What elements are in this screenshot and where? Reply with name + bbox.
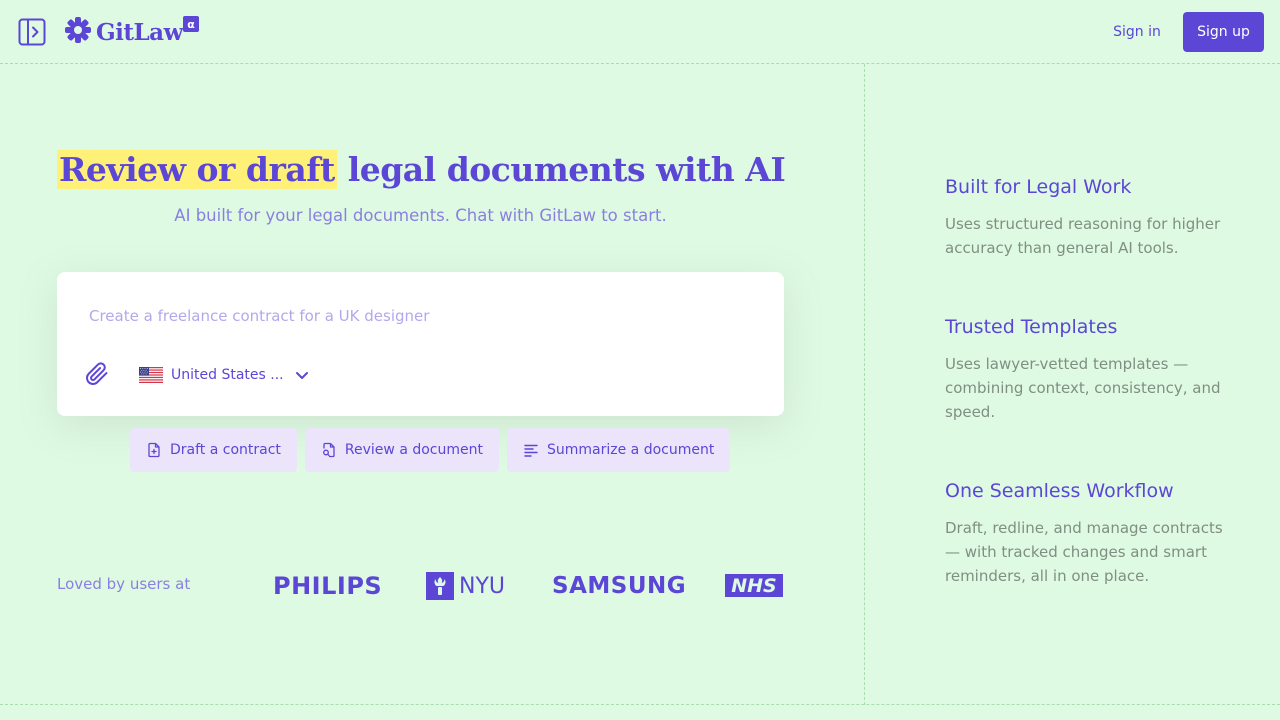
file-plus-icon [148, 442, 160, 458]
jurisdiction-label: United States ... [171, 367, 284, 383]
feature-trusted-templates: Trusted Templates Uses lawyer-vetted tem… [945, 316, 1225, 424]
feature-body: Draft, redline, and manage contracts — w… [945, 519, 1223, 585]
draft-contract-button[interactable]: Draft a contract [130, 428, 297, 472]
samsung-logo: SAMSUNG [552, 573, 687, 599]
summarize-document-button[interactable]: Summarize a document [507, 428, 731, 472]
hero-title-highlight: Review or draft [57, 150, 337, 189]
social-proof-label: Loved by users at [57, 575, 191, 593]
review-document-label: Review a document [344, 442, 483, 458]
chevron-down-icon [295, 372, 308, 379]
hero-subtitle: AI built for your legal documents. Chat … [174, 206, 667, 225]
vertical-divider [864, 64, 865, 705]
quick-actions: Draft a contract Review a document Summa… [130, 428, 731, 472]
nyu-logo: NYU [426, 570, 505, 602]
feature-title: Trusted Templates [945, 316, 1118, 338]
jurisdiction-select[interactable]: United States ... [139, 363, 310, 387]
feature-body: Uses structured reasoning for higher acc… [945, 215, 1221, 257]
torch-icon [426, 572, 454, 600]
gitlaw-mark-icon [64, 16, 92, 48]
nhs-logo: NHS [725, 574, 783, 597]
sidebar-toggle-icon[interactable] [18, 18, 46, 46]
hero-title-rest: legal documents with AI [336, 150, 786, 189]
feature-legal-work: Built for Legal Work Uses structured rea… [945, 176, 1225, 260]
feature-title: Built for Legal Work [945, 176, 1132, 198]
summarize-document-label: Summarize a document [547, 442, 715, 458]
chat-box: United States ... [57, 272, 784, 416]
bottom-divider [0, 704, 1280, 705]
feature-title: One Seamless Workflow [945, 480, 1174, 502]
feature-seamless-workflow: One Seamless Workflow Draft, redline, an… [945, 480, 1225, 588]
feature-body: Uses lawyer-vetted templates — combining… [945, 355, 1221, 421]
file-search-icon [322, 442, 335, 458]
philips-logo: PHILIPS [273, 572, 383, 600]
align-left-icon [524, 444, 538, 457]
sign-in-button[interactable]: Sign in [1100, 12, 1174, 52]
sign-up-button[interactable]: Sign up [1183, 12, 1264, 52]
chat-input[interactable] [89, 304, 749, 328]
top-bar: GitLaw α Sign in Sign up [0, 0, 1280, 64]
hero-title: Review or draft legal documents with AI [57, 150, 786, 189]
draft-contract-label: Draft a contract [170, 442, 281, 458]
paperclip-icon[interactable] [85, 362, 109, 386]
review-document-button[interactable]: Review a document [304, 428, 499, 472]
logo-text: GitLaw [96, 18, 183, 46]
nyu-text: NYU [459, 573, 505, 599]
gitlaw-logo[interactable]: GitLaw [64, 16, 183, 48]
alpha-badge: α [183, 16, 199, 32]
us-flag-icon [139, 367, 163, 383]
